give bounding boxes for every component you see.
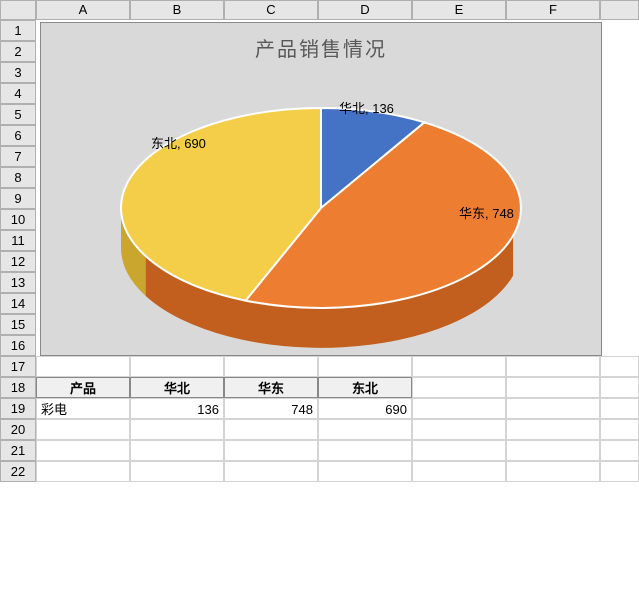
cell-C22[interactable] bbox=[224, 461, 318, 482]
row-header-5[interactable]: 5 bbox=[0, 104, 36, 125]
cell-F21[interactable] bbox=[506, 440, 600, 461]
cell-B19[interactable]: 136 bbox=[130, 398, 224, 419]
cell-B17[interactable] bbox=[130, 356, 224, 377]
cell-B22[interactable] bbox=[130, 461, 224, 482]
pie-label-huadong: 华东, 748 bbox=[459, 203, 514, 222]
cell-D20[interactable] bbox=[318, 419, 412, 440]
col-header-A[interactable]: A bbox=[36, 0, 130, 20]
select-all-corner[interactable] bbox=[0, 0, 36, 20]
cell-C18[interactable]: 华东 bbox=[224, 377, 318, 398]
row-header-8[interactable]: 8 bbox=[0, 167, 36, 188]
row-header-4[interactable]: 4 bbox=[0, 83, 36, 104]
row-header-14[interactable]: 14 bbox=[0, 293, 36, 314]
row-header-19[interactable]: 19 bbox=[0, 398, 36, 419]
cell-F19[interactable] bbox=[506, 398, 600, 419]
cell-A20[interactable] bbox=[36, 419, 130, 440]
pie-chart-svg bbox=[41, 23, 601, 355]
cell-G19[interactable] bbox=[600, 398, 639, 419]
cell-D18[interactable]: 东北 bbox=[318, 377, 412, 398]
row-header-1[interactable]: 1 bbox=[0, 20, 36, 41]
row-header-9[interactable]: 9 bbox=[0, 188, 36, 209]
row-header-21[interactable]: 21 bbox=[0, 440, 36, 461]
cell-E19[interactable] bbox=[412, 398, 506, 419]
cell-G22[interactable] bbox=[600, 461, 639, 482]
cell-F20[interactable] bbox=[506, 419, 600, 440]
cell-G20[interactable] bbox=[600, 419, 639, 440]
row-header-22[interactable]: 22 bbox=[0, 461, 36, 482]
cell-A19[interactable]: 彩电 bbox=[36, 398, 130, 419]
cell-F22[interactable] bbox=[506, 461, 600, 482]
row-header-11[interactable]: 11 bbox=[0, 230, 36, 251]
col-header-B[interactable]: B bbox=[130, 0, 224, 20]
pie-chart[interactable]: 产品销售情况 华北, 136 华东, 748 东北, 690 bbox=[40, 22, 602, 356]
cell-C17[interactable] bbox=[224, 356, 318, 377]
cell-G17[interactable] bbox=[600, 356, 639, 377]
row-header-20[interactable]: 20 bbox=[0, 419, 36, 440]
cell-G18[interactable] bbox=[600, 377, 639, 398]
row-header-18[interactable]: 18 bbox=[0, 377, 36, 398]
row-header-13[interactable]: 13 bbox=[0, 272, 36, 293]
cell-C19[interactable]: 748 bbox=[224, 398, 318, 419]
cell-D21[interactable] bbox=[318, 440, 412, 461]
pie-label-dongbei: 东北, 690 bbox=[151, 133, 206, 152]
col-header-G[interactable] bbox=[600, 0, 639, 20]
pie-label-huabei: 华北, 136 bbox=[339, 98, 394, 117]
cell-E22[interactable] bbox=[412, 461, 506, 482]
col-header-D[interactable]: D bbox=[318, 0, 412, 20]
cell-A17[interactable] bbox=[36, 356, 130, 377]
cell-A18[interactable]: 产品 bbox=[36, 377, 130, 398]
cell-E17[interactable] bbox=[412, 356, 506, 377]
cell-G21[interactable] bbox=[600, 440, 639, 461]
cell-D22[interactable] bbox=[318, 461, 412, 482]
cell-D17[interactable] bbox=[318, 356, 412, 377]
row-header-7[interactable]: 7 bbox=[0, 146, 36, 167]
cell-E18[interactable] bbox=[412, 377, 506, 398]
spreadsheet: A B C D E F 1 2 3 4 5 6 7 8 9 10 11 12 1… bbox=[0, 0, 639, 590]
cell-B21[interactable] bbox=[130, 440, 224, 461]
col-header-F[interactable]: F bbox=[506, 0, 600, 20]
row-header-15[interactable]: 15 bbox=[0, 314, 36, 335]
row-header-2[interactable]: 2 bbox=[0, 41, 36, 62]
row-header-6[interactable]: 6 bbox=[0, 125, 36, 146]
cell-E21[interactable] bbox=[412, 440, 506, 461]
cell-C20[interactable] bbox=[224, 419, 318, 440]
cell-F18[interactable] bbox=[506, 377, 600, 398]
cell-A22[interactable] bbox=[36, 461, 130, 482]
row-header-3[interactable]: 3 bbox=[0, 62, 36, 83]
cell-D19[interactable]: 690 bbox=[318, 398, 412, 419]
cell-B20[interactable] bbox=[130, 419, 224, 440]
row-header-12[interactable]: 12 bbox=[0, 251, 36, 272]
row-header-16[interactable]: 16 bbox=[0, 335, 36, 356]
col-header-E[interactable]: E bbox=[412, 0, 506, 20]
row-header-17[interactable]: 17 bbox=[0, 356, 36, 377]
cell-E20[interactable] bbox=[412, 419, 506, 440]
cell-B18[interactable]: 华北 bbox=[130, 377, 224, 398]
cell-C21[interactable] bbox=[224, 440, 318, 461]
cell-F17[interactable] bbox=[506, 356, 600, 377]
cell-A21[interactable] bbox=[36, 440, 130, 461]
row-header-10[interactable]: 10 bbox=[0, 209, 36, 230]
col-header-C[interactable]: C bbox=[224, 0, 318, 20]
